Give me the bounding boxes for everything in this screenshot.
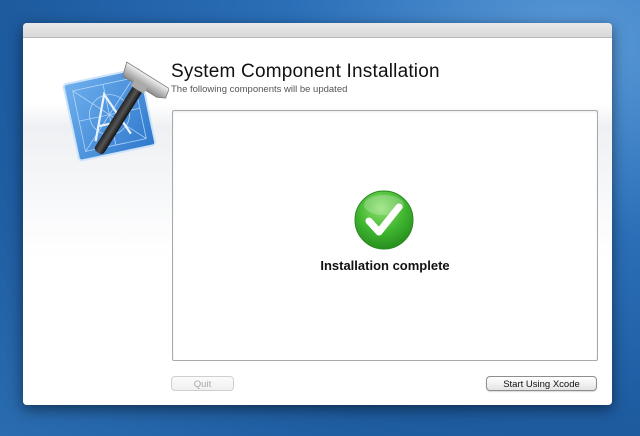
xcode-hammer-blueprint-icon — [62, 61, 169, 162]
checkmark-icon — [354, 190, 414, 250]
status-text: Installation complete — [320, 258, 450, 273]
installer-window: System Component Installation The follow… — [23, 23, 612, 405]
start-using-xcode-button[interactable]: Start Using Xcode — [486, 376, 597, 391]
quit-button[interactable]: Quit — [171, 376, 234, 391]
window-titlebar[interactable] — [23, 23, 612, 38]
page-subtitle: The following components will be updated — [171, 84, 348, 95]
page-title: System Component Installation — [171, 61, 440, 82]
status-panel: Installation complete — [172, 110, 598, 361]
